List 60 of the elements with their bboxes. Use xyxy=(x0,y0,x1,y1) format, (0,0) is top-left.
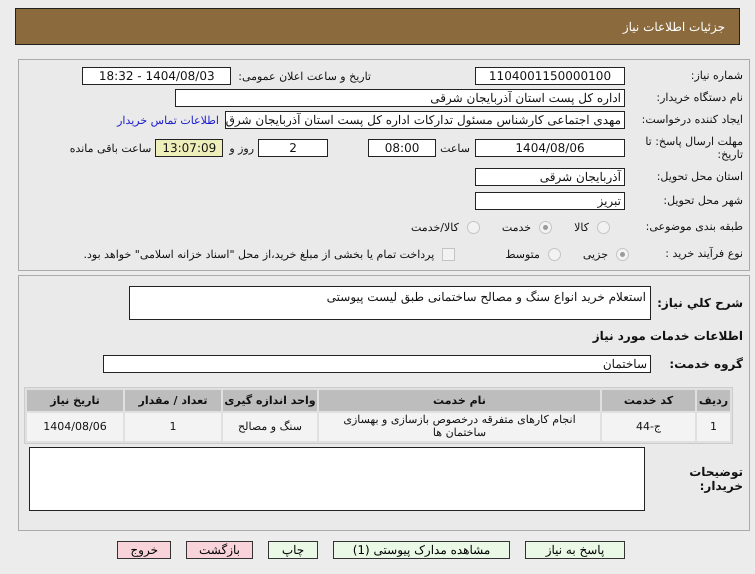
field-label: گروه خدمت: xyxy=(668,356,743,372)
radio-button[interactable] xyxy=(548,248,561,260)
radio-button[interactable] xyxy=(539,220,552,234)
deadline-time-field: 08:00 xyxy=(368,139,436,157)
radio-label: جزیی xyxy=(582,248,608,260)
creator-field: مهدی اجتماعی کارشناس مسئول تدارکات اداره کل پست استان آذربایجان شرق xyxy=(225,111,625,129)
column-header: واحد اندازه گیری xyxy=(223,390,317,411)
description-textarea[interactable]: استعلام خرید انواع سنگ و مصالح ساختمانی طبق لیست پیوستی xyxy=(129,286,651,320)
field-label: ساعت باقی مانده xyxy=(70,142,152,154)
action-button[interactable]: چاپ xyxy=(268,541,318,559)
column-header: تعداد / مقدار xyxy=(125,390,221,411)
service-group-field: ساختمان xyxy=(103,355,651,373)
field-label: ایجاد کننده درخواست: xyxy=(640,113,743,127)
radio-button[interactable] xyxy=(616,248,629,260)
deadline-date-field: 1404/08/06 xyxy=(475,139,625,157)
field-label: تاریخ و ساعت اعلان عمومی: xyxy=(238,70,371,82)
buyer-notes-textarea[interactable] xyxy=(29,447,645,511)
field-label: توضیحات خریدار: xyxy=(688,464,743,494)
table-cell: 1 xyxy=(125,413,221,441)
field-label: روز و xyxy=(229,142,254,154)
column-header: کد خدمت xyxy=(602,390,695,411)
announce-date-field: 1404/08/03 - 18:32 xyxy=(82,67,232,85)
days-field: 2 xyxy=(258,139,328,157)
radio-label: کالا xyxy=(574,220,589,234)
page-title: جزئیات اطلاعات نیاز xyxy=(15,8,740,45)
table-cell: 1404/08/06 xyxy=(27,413,123,441)
field-label: شهر محل تحویل: xyxy=(662,194,743,208)
checkbox-label: پرداخت تمام یا بخشی از مبلغ خرید،از محل "اسناد خزانه اسلامی" خواهد بود. xyxy=(84,248,434,260)
field-label: شرح کلي نیاز: xyxy=(656,296,743,310)
field-label: نوع فرآیند خرید : xyxy=(664,247,743,261)
column-header: ردیف xyxy=(697,390,730,411)
radio-label: خدمت xyxy=(502,220,532,234)
checkbox[interactable] xyxy=(442,248,456,260)
province-field: آذربایجان شرقی xyxy=(475,168,625,186)
field-label: نام دستگاه خریدار: xyxy=(655,91,743,105)
field-label: مهلت ارسال پاسخ: تا تاریخ: xyxy=(644,134,743,162)
action-button[interactable]: بازگشت xyxy=(186,541,253,559)
buyer-field: اداره کل پست استان آذربایجان شرقی xyxy=(175,89,625,107)
need-number-field: 1104001150000100 xyxy=(475,67,625,85)
field-label: طبقه بندی موضوعی: xyxy=(644,220,743,234)
column-header: نام خدمت xyxy=(319,390,600,411)
table-cell: سنگ و مصالح xyxy=(223,413,317,441)
radio-button[interactable] xyxy=(597,220,610,234)
field-label: استان محل تحویل: xyxy=(656,170,743,184)
action-button[interactable]: خروج xyxy=(117,541,171,559)
radio-button[interactable] xyxy=(466,220,480,234)
action-button[interactable]: پاسخ به نیاز xyxy=(525,541,625,559)
buyer-contact-link[interactable]: اطلاعات تماس خریدار xyxy=(117,114,219,126)
column-header: تاریخ نیاز xyxy=(27,390,123,411)
remaining-time-field: 13:07:09 xyxy=(155,139,224,157)
table-cell: انجام کارهای متفرقه درخصوص بازسازی و بهسازی ساختمان ها xyxy=(319,413,600,441)
table-cell: ج-44 xyxy=(602,413,695,441)
city-field: تبریز xyxy=(475,192,625,210)
field-label: شماره نیاز: xyxy=(690,69,743,83)
table-cell: 1 xyxy=(697,413,730,441)
section-title: اطلاعات خدمات مورد نیاز xyxy=(591,328,743,344)
radio-label: کالا/خدمت xyxy=(411,220,459,234)
field-label: ساعت xyxy=(440,142,470,154)
action-button[interactable]: مشاهده مدارک پیوستی (1) xyxy=(333,541,510,559)
radio-label: متوسط xyxy=(505,248,540,260)
